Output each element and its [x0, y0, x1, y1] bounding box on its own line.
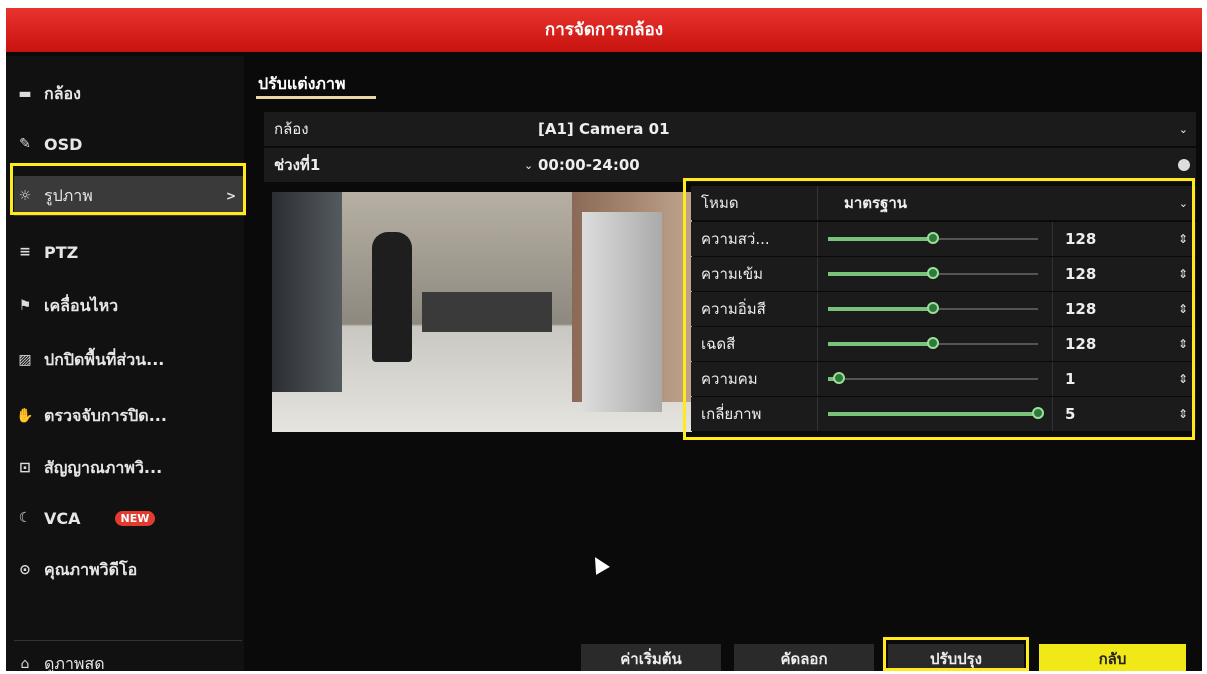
param-label: ความอิ่มสี — [691, 292, 818, 326]
spinner-icon[interactable]: ⇕ — [1178, 267, 1188, 281]
mode-label: โหมด — [691, 186, 818, 220]
sidebar-item-vca[interactable]: ☾ VCA NEW — [14, 498, 242, 538]
sharpness-slider[interactable] — [828, 362, 1038, 396]
sharpness-value[interactable]: 1 — [1052, 362, 1175, 396]
sidebar-item-label: สัญญาณภาพวิ... — [44, 457, 163, 477]
ptz-icon: ≡ — [19, 244, 31, 260]
tamper-icon: ✋ — [16, 408, 34, 424]
camera-management-window: การจัดการกล้อง ▬ กล้อง ✎ OSD ☼ รูปภาพ > … — [6, 8, 1202, 671]
sidebar-item-label: กล้อง — [44, 83, 81, 103]
back-button[interactable]: กลับ — [1039, 644, 1186, 671]
sidebar-item-osd[interactable]: ✎ OSD — [14, 124, 242, 164]
camera-value: [A1] Camera 01 — [538, 120, 670, 138]
clock-icon[interactable] — [1178, 159, 1190, 171]
denoise-slider[interactable] — [828, 397, 1044, 431]
mouse-cursor-icon — [588, 553, 610, 575]
param-row: ความอิ่มสี 128 ⇕ — [691, 292, 1196, 326]
video-quality-icon: ⊙ — [19, 562, 31, 578]
spinner-icon[interactable]: ⇕ — [1178, 232, 1188, 246]
param-label: ความคม — [691, 362, 818, 396]
chevron-down-icon: ⌄ — [1178, 122, 1188, 136]
param-label: เฉดสี — [691, 327, 818, 361]
param-row: ความสว่... 128 ⇕ — [691, 222, 1196, 256]
brightness-value[interactable]: 128 — [1052, 222, 1175, 256]
home-icon: ⌂ — [20, 656, 30, 671]
chevron-down-icon: ⌄ — [1178, 196, 1188, 210]
param-label: ความเข้ม — [691, 257, 818, 291]
period-select[interactable]: ช่วงที่1 — [264, 153, 524, 177]
video-loss-icon: ⊡ — [19, 460, 31, 476]
copy-button[interactable]: คัดลอก — [734, 644, 874, 671]
divider — [14, 640, 242, 641]
osd-icon: ✎ — [19, 136, 31, 152]
tab-underline — [256, 96, 376, 99]
sidebar-item-video-quality[interactable]: ⊙ คุณภาพวิดีโอ — [14, 550, 242, 590]
spinner-icon[interactable]: ⇕ — [1178, 337, 1188, 351]
chevron-right-icon: > — [225, 189, 236, 203]
hue-slider[interactable] — [828, 327, 1038, 361]
saturation-value[interactable]: 128 — [1052, 292, 1175, 326]
period-time: 00:00-24:00 — [538, 156, 640, 174]
sidebar-item-label: PTZ — [44, 242, 79, 262]
sidebar-item-label: VCA — [44, 508, 81, 528]
tab-image-settings[interactable]: ปรับแต่งภาพ — [258, 72, 346, 97]
sidebar-item-video-loss[interactable]: ⊡ สัญญาณภาพวิ... — [14, 448, 242, 488]
sidebar-item-label: คุณภาพวิดีโอ — [44, 559, 138, 579]
sidebar-item-label: ตรวจจับการปิด... — [44, 405, 167, 425]
param-row: ความเข้ม 128 ⇕ — [691, 257, 1196, 291]
param-row: เกลี่ยภาพ 5 ⇕ — [691, 397, 1196, 431]
new-badge: NEW — [114, 510, 156, 526]
live-view-label: ดูภาพสด — [44, 653, 105, 672]
sidebar-item-label: OSD — [44, 134, 83, 154]
sidebar-item-motion[interactable]: ⚑ เคลื่อนไหว — [14, 286, 242, 326]
vca-icon: ☾ — [18, 510, 32, 526]
sidebar-item-image[interactable]: ☼ รูปภาพ > — [14, 176, 246, 216]
contrast-slider[interactable] — [828, 257, 1038, 291]
window-title: การจัดการกล้อง — [6, 8, 1202, 52]
sidebar-item-tamper[interactable]: ✋ ตรวจจับการปิด... — [14, 396, 242, 436]
sidebar-item-ptz[interactable]: ≡ PTZ — [14, 232, 242, 272]
period-row: ช่วงที่1 ⌄ 00:00-24:00 — [264, 148, 1196, 182]
brightness-slider[interactable] — [828, 222, 1038, 256]
param-label: เกลี่ยภาพ — [691, 397, 818, 431]
camera-label: กล้อง — [274, 120, 309, 138]
sidebar-item-privacy-mask[interactable]: ▨ ปกปิดพื้นที่ส่วน... — [14, 340, 242, 380]
apply-button[interactable]: ปรับปรุง — [888, 644, 1024, 671]
chevron-down-icon: ⌄ — [524, 158, 534, 172]
sidebar-item-label: ปกปิดพื้นที่ส่วน... — [44, 349, 165, 369]
sidebar-item-label: รูปภาพ — [44, 185, 93, 205]
param-row: ความคม 1 ⇕ — [691, 362, 1196, 396]
privacy-mask-icon: ▨ — [18, 352, 32, 368]
mode-select[interactable]: โหมด มาตรฐาน ⌄ — [691, 186, 1196, 220]
mode-value: มาตรฐาน — [844, 194, 908, 212]
sidebar-item-label: เคลื่อนไหว — [44, 295, 119, 315]
camera-icon: ▬ — [18, 86, 32, 102]
camera-select[interactable]: กล้อง [A1] Camera 01 ⌄ — [264, 112, 1196, 146]
spinner-icon[interactable]: ⇕ — [1178, 407, 1188, 421]
spinner-icon[interactable]: ⇕ — [1178, 302, 1188, 316]
hue-value[interactable]: 128 — [1052, 327, 1175, 361]
default-button[interactable]: ค่าเริ่มต้น — [581, 644, 721, 671]
image-icon: ☼ — [18, 188, 32, 204]
param-row: เฉดสี 128 ⇕ — [691, 327, 1196, 361]
contrast-value[interactable]: 128 — [1052, 257, 1175, 291]
saturation-slider[interactable] — [828, 292, 1038, 326]
param-label: ความสว่... — [691, 222, 818, 256]
live-view-button[interactable]: ⌂ ดูภาพสด — [14, 644, 242, 672]
camera-preview — [272, 192, 692, 432]
motion-icon: ⚑ — [18, 298, 32, 314]
denoise-value[interactable]: 5 — [1052, 397, 1175, 431]
sidebar-item-camera[interactable]: ▬ กล้อง — [14, 74, 242, 114]
spinner-icon[interactable]: ⇕ — [1178, 372, 1188, 386]
sidebar: ▬ กล้อง ✎ OSD ☼ รูปภาพ > ≡ PTZ ⚑ เคลื่อน… — [6, 56, 246, 672]
